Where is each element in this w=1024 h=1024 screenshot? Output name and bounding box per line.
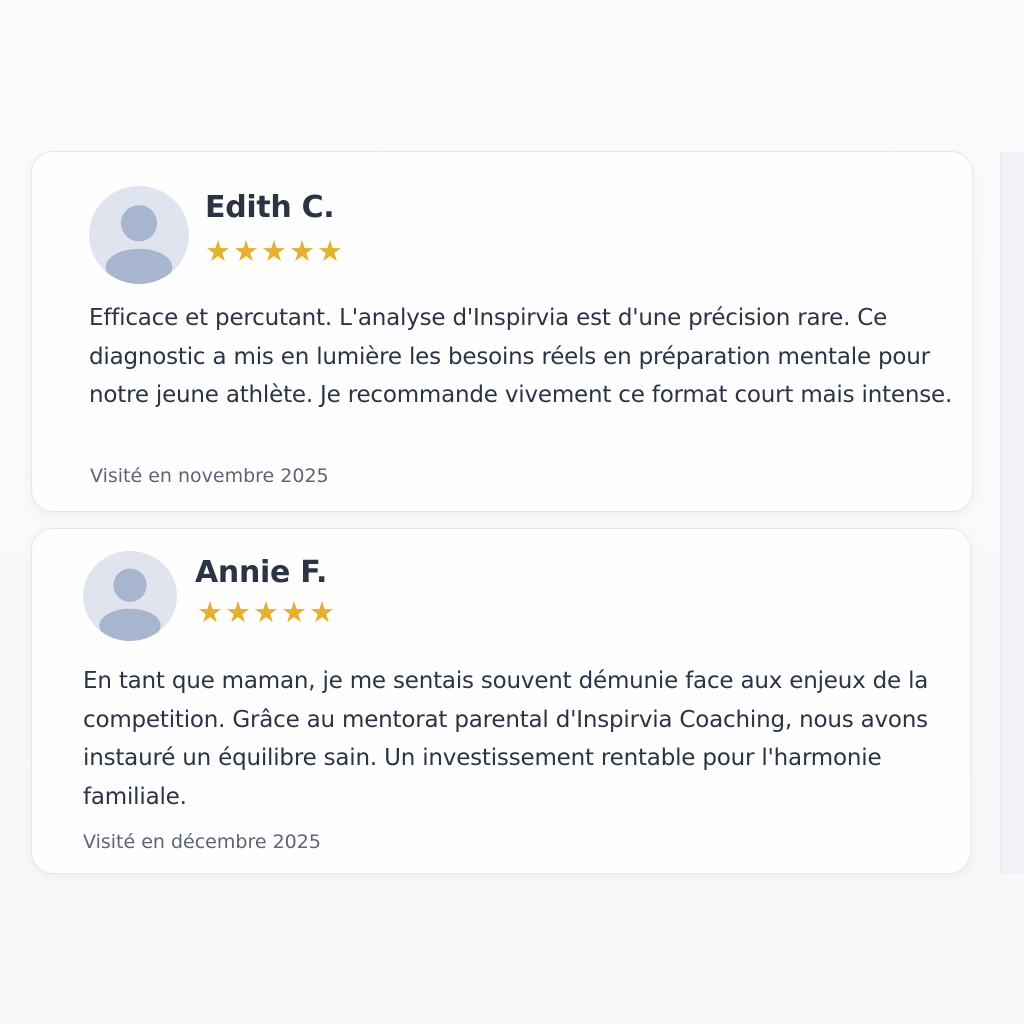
star-icon: ★	[289, 234, 315, 268]
scroll-panel-edge[interactable]	[1000, 152, 1024, 874]
review-text: Efficace et percutant. L'analyse d'Inspi…	[89, 305, 953, 408]
visit-date: Visité en décembre 2025	[83, 831, 321, 853]
visit-date: Visité en novembre 2025	[90, 465, 329, 487]
reviewer-name: Annie F.	[195, 555, 328, 590]
star-icon: ★	[317, 234, 343, 268]
star-icon: ★	[205, 234, 231, 268]
user-placeholder-icon	[99, 568, 161, 641]
star-icon: ★	[281, 595, 307, 629]
star-icon: ★	[253, 595, 279, 629]
review-card: Edith C. ★ ★ ★ ★ ★ Efficace et percutant…	[31, 151, 973, 512]
reviews-page: Edith C. ★ ★ ★ ★ ★ Efficace et percutant…	[0, 0, 1024, 1024]
star-icon: ★	[309, 595, 335, 629]
star-icon: ★	[233, 234, 259, 268]
review-card: Annie F. ★ ★ ★ ★ ★ En tant que maman, je…	[31, 528, 971, 874]
review-text: En tant que maman, je me sentais souvent…	[83, 668, 929, 810]
user-placeholder-icon	[105, 205, 173, 284]
avatar	[89, 186, 189, 284]
star-icon: ★	[225, 595, 251, 629]
reviewer-name: Edith C.	[205, 190, 335, 225]
star-rating: ★ ★ ★ ★ ★	[197, 597, 335, 627]
star-icon: ★	[261, 234, 287, 268]
star-rating: ★ ★ ★ ★ ★	[205, 236, 343, 266]
avatar	[83, 551, 177, 641]
star-icon: ★	[197, 595, 223, 629]
